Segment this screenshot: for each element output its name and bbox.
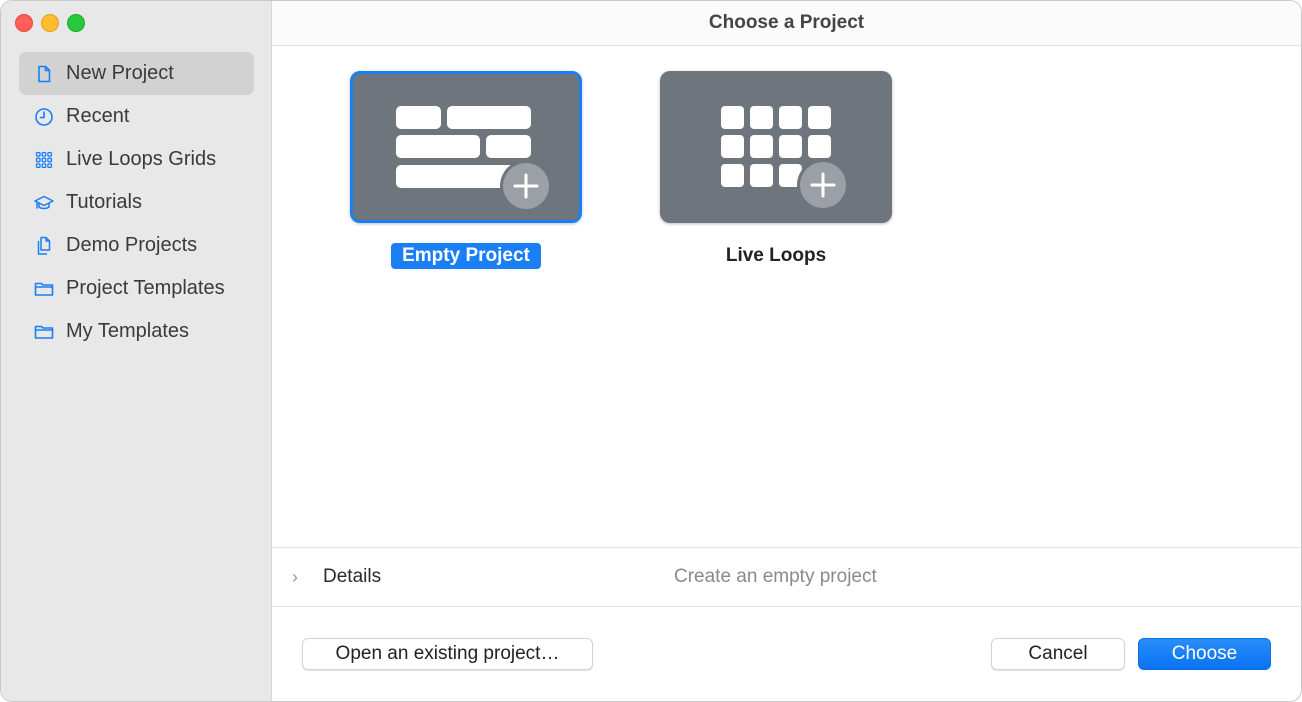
tile-empty-project[interactable]: Empty Project xyxy=(350,71,582,269)
details-description: Create an empty project xyxy=(674,566,877,587)
sidebar-item-label: Tutorials xyxy=(66,191,142,213)
empty-project-thumbnail[interactable] xyxy=(350,71,582,223)
live-loops-thumbnail[interactable] xyxy=(660,71,892,223)
tile-label: Live Loops xyxy=(725,245,827,266)
folder-icon xyxy=(33,321,55,343)
open-existing-project-button[interactable]: Open an existing project… xyxy=(302,638,593,670)
sidebar-item-demo-projects[interactable]: Demo Projects xyxy=(19,224,254,267)
close-window-button[interactable] xyxy=(15,14,33,32)
project-tiles: Empty Project Live Loops xyxy=(350,71,892,269)
choose-button[interactable]: Choose xyxy=(1138,638,1271,670)
sidebar-item-label: Project Templates xyxy=(66,277,225,299)
tracks-add-icon xyxy=(396,106,552,212)
sidebar-item-my-templates[interactable]: My Templates xyxy=(19,310,254,353)
sidebar-item-label: My Templates xyxy=(66,320,190,342)
sidebar-item-tutorials[interactable]: Tutorials xyxy=(19,181,254,224)
sidebar-item-project-templates[interactable]: Project Templates xyxy=(19,267,254,310)
sidebar-nav: New Project Recent Live Loops Grids Tuto… xyxy=(19,52,254,353)
details-toggle[interactable]: Details xyxy=(323,566,381,588)
folder-icon xyxy=(33,278,55,300)
minimize-window-button[interactable] xyxy=(41,14,59,32)
sidebar-item-live-loops-grids[interactable]: Live Loops Grids xyxy=(19,138,254,181)
details-bar: › Details Create an empty project xyxy=(272,547,1301,607)
loops-grid-add-icon xyxy=(721,106,849,211)
main-panel: Choose a Project Empty Project Live Loop… xyxy=(272,1,1301,701)
title-bar: Choose a Project xyxy=(272,1,1301,46)
sidebar-item-recent[interactable]: Recent xyxy=(19,95,254,138)
chevron-right-icon[interactable]: › xyxy=(292,567,298,588)
sidebar-item-new-project[interactable]: New Project xyxy=(19,52,254,95)
choose-project-window: New Project Recent Live Loops Grids Tuto… xyxy=(0,0,1302,702)
sidebar-item-label: Recent xyxy=(66,105,130,127)
graduation-cap-icon xyxy=(33,192,55,214)
clock-icon xyxy=(33,106,55,128)
sidebar-item-label: Live Loops Grids xyxy=(66,148,217,170)
tile-label: Empty Project xyxy=(391,243,541,269)
sidebar-item-label: Demo Projects xyxy=(66,234,198,256)
sidebar: New Project Recent Live Loops Grids Tuto… xyxy=(1,1,272,701)
grid-icon xyxy=(33,149,55,171)
sidebar-item-label: New Project xyxy=(66,62,174,84)
cancel-button[interactable]: Cancel xyxy=(991,638,1125,670)
tile-live-loops[interactable]: Live Loops xyxy=(660,71,892,269)
zoom-window-button[interactable] xyxy=(67,14,85,32)
window-title: Choose a Project xyxy=(708,12,865,33)
window-controls xyxy=(15,14,85,32)
document-icon xyxy=(33,63,55,85)
documents-icon xyxy=(33,235,55,257)
